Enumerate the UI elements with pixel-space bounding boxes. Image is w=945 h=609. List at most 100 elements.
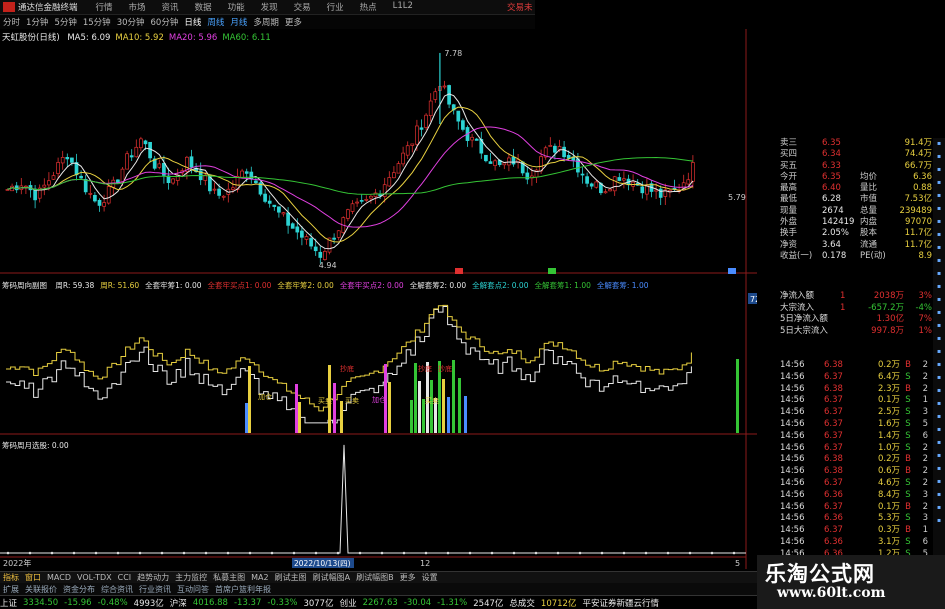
side-toolbar-icon[interactable]: ▪ — [933, 491, 945, 502]
candle-body — [359, 200, 364, 202]
extension-tab[interactable]: 综合资讯 — [101, 584, 133, 595]
side-toolbar-icon[interactable]: ▪ — [933, 465, 945, 476]
date-dot — [512, 551, 516, 555]
candle-body — [364, 199, 369, 201]
ma-line — [7, 106, 694, 243]
menu-item[interactable]: 发现 — [261, 1, 278, 13]
date-dot — [28, 551, 32, 555]
quote-value: 2674 — [822, 205, 844, 216]
indicator-tab[interactable]: 刷试幅图A — [313, 572, 350, 583]
side-toolbar-icon[interactable]: ▪ — [933, 322, 945, 333]
trade-menu[interactable]: 交易未 — [507, 1, 533, 13]
side-toolbar-icon[interactable]: ▪ — [933, 504, 945, 515]
period-tab[interactable]: 15分钟 — [83, 16, 111, 28]
menu-item[interactable]: 交易 — [294, 1, 311, 13]
indicator-tab[interactable]: 主力监控 — [175, 572, 207, 583]
menu-item[interactable]: 行业 — [327, 1, 344, 13]
extension-tab[interactable]: 资金分布 — [63, 584, 95, 595]
side-toolbar-icon[interactable]: ▪ — [933, 309, 945, 320]
indicator-tab[interactable]: MA2 — [251, 573, 268, 582]
menu-item[interactable]: 功能 — [228, 1, 245, 13]
side-toolbar-icon[interactable]: ▪ — [933, 452, 945, 463]
side-toolbar-icon[interactable]: ▪ — [933, 413, 945, 424]
side-toolbar-icon[interactable]: ▪ — [933, 140, 945, 151]
extension-tab[interactable]: 关联报价 — [25, 584, 57, 595]
extension-tab[interactable]: 互动问答 — [177, 584, 209, 595]
candle-body — [622, 178, 626, 181]
side-toolbar-icon[interactable]: ▪ — [933, 205, 945, 216]
indicator-tab[interactable]: 指标 — [3, 572, 19, 583]
candle-body — [263, 193, 267, 202]
side-toolbar-icon[interactable]: ▪ — [933, 283, 945, 294]
tick-row: 14:56 6.37 0.1万 S 1 — [780, 395, 945, 407]
indicator-tab[interactable]: 私募主图 — [213, 572, 245, 583]
quote-label: 净资 — [780, 239, 798, 250]
side-toolbar-icon[interactable]: ▪ — [933, 478, 945, 489]
side-toolbar-icon[interactable]: ▪ — [933, 296, 945, 307]
period-tab[interactable]: 5分钟 — [54, 16, 76, 28]
quote-label2: 市值 — [860, 194, 878, 205]
side-toolbar-icon[interactable]: ▪ — [933, 257, 945, 268]
indicator-tab[interactable]: CCI — [118, 573, 132, 582]
tick-volume: 2.5万 — [877, 407, 900, 418]
menu-item[interactable]: 热点 — [360, 1, 377, 13]
period-tab[interactable]: 1分钟 — [26, 16, 48, 28]
side-toolbar-icon[interactable]: ▪ — [933, 517, 945, 528]
side-toolbar-icon[interactable]: ▪ — [933, 179, 945, 190]
period-tab[interactable]: 60分钟 — [151, 16, 179, 28]
tick-side: B — [905, 501, 911, 512]
indicator-tab[interactable]: 窗口 — [25, 572, 41, 583]
period-tab[interactable]: 月线 — [230, 16, 247, 28]
side-toolbar-icon[interactable]: ▪ — [933, 335, 945, 346]
menu-item[interactable]: 行情 — [96, 1, 113, 13]
quote-row: 最高 6.40 量比 0.88 — [780, 183, 945, 194]
side-toolbar-icon[interactable]: ▪ — [933, 218, 945, 229]
status-item: 创业 — [339, 598, 357, 609]
extension-tab[interactable]: 扩展 — [3, 584, 19, 595]
period-tab[interactable]: 周线 — [207, 16, 224, 28]
side-toolbar-icon[interactable]: ▪ — [933, 426, 945, 437]
side-toolbar-icon[interactable]: ▪ — [933, 231, 945, 242]
period-tab[interactable]: 日线 — [184, 16, 201, 28]
side-toolbar-icon[interactable]: ▪ — [933, 270, 945, 281]
menu-item[interactable]: 市场 — [129, 1, 146, 13]
date-dot — [666, 551, 670, 555]
period-tab[interactable]: 分时 — [3, 16, 20, 28]
period-tab[interactable]: 30分钟 — [117, 16, 145, 28]
side-toolbar-icon[interactable]: ▪ — [933, 348, 945, 359]
tick-row: 14:56 6.38 2.3万 B 2 — [780, 384, 945, 396]
menu-item[interactable]: 数据 — [195, 1, 212, 13]
indicator-tab[interactable]: 设置 — [422, 572, 438, 583]
indicator-tab[interactable]: MACD — [47, 573, 71, 582]
side-toolbar-icon[interactable]: ▪ — [933, 192, 945, 203]
indicator-tab[interactable]: 刷试幅图B — [356, 572, 394, 583]
status-item: 2267.63 — [362, 597, 398, 608]
date-dot — [292, 551, 296, 555]
period-tab[interactable]: 更多 — [285, 16, 302, 28]
date-dot — [204, 551, 208, 555]
period-tab[interactable]: 多周期 — [253, 16, 279, 28]
side-toolbar-icon[interactable]: ▪ — [933, 439, 945, 450]
ma-line — [7, 93, 694, 250]
side-toolbar-icon[interactable]: ▪ — [933, 400, 945, 411]
chart-area[interactable]: 6.256.005.755.505.255.007.784.945.7960.0… — [0, 29, 757, 569]
side-toolbar-icon[interactable]: ▪ — [933, 387, 945, 398]
extension-tab[interactable]: 行业资讯 — [139, 584, 171, 595]
menu-item[interactable]: 资讯 — [162, 1, 179, 13]
indicator1-item: 周R: 51.60 — [100, 281, 140, 290]
indicator-tab[interactable]: 刷试主图 — [275, 572, 307, 583]
tick-row: 14:56 6.38 0.2万 B 2 — [780, 454, 945, 466]
signal-bar — [414, 363, 417, 433]
candle-body — [442, 85, 447, 88]
indicator-tab[interactable]: 趋势动力 — [137, 572, 169, 583]
side-toolbar-icon[interactable]: ▪ — [933, 166, 945, 177]
quote-value: 0.178 — [822, 250, 847, 261]
side-toolbar-icon[interactable]: ▪ — [933, 374, 945, 385]
side-toolbar-icon[interactable]: ▪ — [933, 153, 945, 164]
side-toolbar-icon[interactable]: ▪ — [933, 361, 945, 372]
menu-item[interactable]: L1L2 — [393, 1, 413, 13]
side-toolbar-icon[interactable]: ▪ — [933, 244, 945, 255]
indicator-tab[interactable]: VOL-TDX — [77, 573, 112, 582]
extension-tab[interactable]: 首席户篮利年报 — [215, 584, 271, 595]
indicator-tab[interactable]: 更多 — [400, 572, 416, 583]
